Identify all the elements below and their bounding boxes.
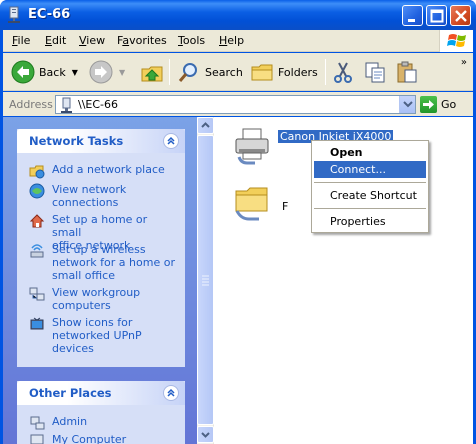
paste-button[interactable] xyxy=(395,57,419,87)
address-input[interactable]: \\EC-66 xyxy=(55,95,416,114)
ctx-separator xyxy=(314,208,426,209)
chevron-up-double-icon xyxy=(167,136,175,145)
back-arrow-icon xyxy=(11,60,35,84)
chevron-down-icon xyxy=(201,432,210,438)
address-value: \\EC-66 xyxy=(78,98,119,111)
folders-icon xyxy=(251,64,273,81)
menu-favorites[interactable]: Favorites xyxy=(117,34,167,47)
ctx-connect[interactable]: Connect... xyxy=(314,161,426,178)
folders-button[interactable]: Folders xyxy=(250,57,318,87)
network-computer-icon xyxy=(61,97,72,113)
menu-edit[interactable]: Edit xyxy=(45,34,66,47)
task-label: View network connections xyxy=(52,183,127,209)
scroll-thumb[interactable] xyxy=(197,135,214,425)
window-title: EC-66 xyxy=(28,7,71,22)
folder-share-item[interactable] xyxy=(233,181,273,221)
ctx-properties[interactable]: Properties xyxy=(314,213,426,230)
printer-share-item[interactable] xyxy=(233,125,273,165)
ctx-separator xyxy=(314,182,426,183)
close-icon xyxy=(455,10,467,22)
scroll-up-button[interactable] xyxy=(197,117,214,134)
folder-share-label[interactable]: F xyxy=(282,200,288,213)
upnp-icon xyxy=(30,317,44,330)
maximize-button[interactable] xyxy=(426,5,447,26)
explorer-window: EC-66 File Edit View Favorites Tools Hel… xyxy=(0,0,476,444)
shared-folder-icon xyxy=(235,187,268,221)
grip-icon xyxy=(202,275,209,286)
copy-icon xyxy=(365,62,385,83)
ctx-open[interactable]: Open xyxy=(314,144,426,161)
printer-icon xyxy=(235,128,269,165)
toolbar: Back ▼ ▼ Search Folders » xyxy=(3,53,473,91)
title-bar[interactable]: EC-66 xyxy=(0,0,476,30)
go-label: Go xyxy=(441,98,457,111)
menu-bar: File Edit View Favorites Tools Help xyxy=(3,30,473,52)
windows-logo-icon xyxy=(439,30,473,52)
folders-label: Folders xyxy=(278,65,318,79)
chevron-up-icon xyxy=(201,122,210,128)
up-folder-button[interactable] xyxy=(140,57,164,87)
search-button[interactable]: Search xyxy=(177,57,243,87)
menu-view[interactable]: View xyxy=(79,34,105,47)
task-label: Add a network place xyxy=(52,163,165,176)
ctx-create-shortcut[interactable]: Create Shortcut xyxy=(314,187,426,204)
forward-button[interactable]: ▼ xyxy=(89,57,125,87)
search-icon xyxy=(178,63,197,82)
close-button[interactable] xyxy=(450,5,471,26)
back-label: Back xyxy=(39,65,66,79)
other-places-panel: Other Places Admin My Computer xyxy=(17,381,185,444)
toolbar-overflow-icon[interactable]: » xyxy=(461,57,467,68)
toolbar-separator xyxy=(325,59,326,85)
task-pane: Network Tasks Add a network place View n… xyxy=(3,117,197,444)
network-place-icon xyxy=(29,165,45,179)
collapse-button[interactable] xyxy=(163,385,179,401)
back-button[interactable]: Back ▼ xyxy=(11,57,78,87)
task-label: View workgroup computers xyxy=(52,286,141,312)
network-tasks-panel: Network Tasks Add a network place View n… xyxy=(17,129,185,367)
network-computer-icon xyxy=(8,6,20,23)
wireless-network-icon xyxy=(30,244,44,258)
search-label: Search xyxy=(205,65,243,79)
address-bar: Address \\EC-66 Go xyxy=(3,92,473,116)
cut-button[interactable] xyxy=(331,57,355,87)
up-folder-icon xyxy=(141,66,163,82)
network-connections-icon xyxy=(29,183,45,199)
forward-arrow-icon xyxy=(89,60,113,84)
copy-button[interactable] xyxy=(363,57,387,87)
collapse-button[interactable] xyxy=(163,133,179,149)
forward-dropdown-icon[interactable]: ▼ xyxy=(119,68,125,77)
go-button[interactable]: Go xyxy=(420,95,456,114)
menu-tools[interactable]: Tools xyxy=(178,34,205,47)
task-label: Show icons for networked UPnP devices xyxy=(52,316,142,355)
address-dropdown-button[interactable] xyxy=(399,96,415,113)
task-label: Admin xyxy=(52,415,88,428)
chevron-down-icon xyxy=(403,101,413,108)
menu-help[interactable]: Help xyxy=(219,34,244,47)
other-places-header[interactable]: Other Places xyxy=(17,381,185,405)
toolbar-separator xyxy=(169,59,170,85)
my-computer-icon xyxy=(30,434,44,444)
minimize-button[interactable] xyxy=(402,5,423,26)
task-label: My Computer xyxy=(52,433,127,444)
admin-icon xyxy=(30,416,45,430)
maximize-icon xyxy=(430,9,444,23)
vertical-scrollbar[interactable] xyxy=(197,117,214,444)
go-arrow-icon xyxy=(420,96,437,113)
home-network-icon xyxy=(29,214,45,228)
scroll-down-button[interactable] xyxy=(197,426,214,443)
other-places-title: Other Places xyxy=(29,386,112,400)
menu-file[interactable]: File xyxy=(12,34,30,47)
network-tasks-header[interactable]: Network Tasks xyxy=(17,129,185,153)
task-label: Set up a wireless network for a home or sm… xyxy=(52,243,175,282)
scissors-icon xyxy=(334,62,352,83)
workgroup-icon xyxy=(29,287,45,301)
address-label: Address xyxy=(9,98,53,111)
chevron-up-double-icon xyxy=(167,388,175,397)
minimize-icon xyxy=(408,19,415,22)
context-menu: Open Connect... Create Shortcut Properti… xyxy=(311,140,429,233)
back-dropdown-icon[interactable]: ▼ xyxy=(72,68,78,77)
paste-icon xyxy=(397,61,417,83)
network-tasks-title: Network Tasks xyxy=(29,134,124,148)
